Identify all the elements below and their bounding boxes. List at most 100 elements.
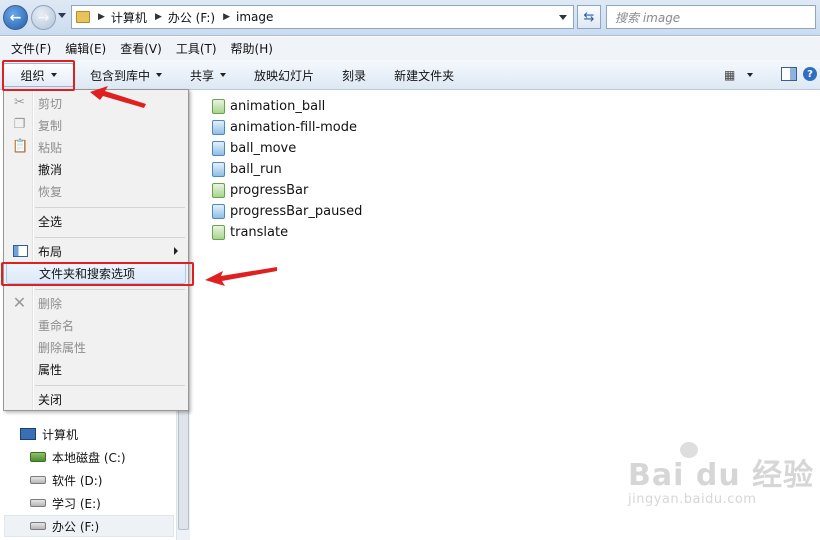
file-name: animation_ball <box>230 99 326 114</box>
annotation-arrow-organize <box>90 86 146 108</box>
list-item[interactable]: progressBar <box>212 180 362 201</box>
tree-item-computer[interactable]: 计算机 <box>20 423 78 445</box>
chevron-down-icon <box>747 73 754 77</box>
back-button[interactable]: ← <box>3 5 28 30</box>
menu-separator <box>35 289 185 290</box>
slideshow-button[interactable]: 放映幻灯片 <box>244 67 324 84</box>
scrollbar-thumb[interactable] <box>178 390 189 530</box>
refresh-button[interactable]: ⇆ <box>577 5 601 29</box>
drive-icon <box>30 499 46 507</box>
list-item[interactable]: progressBar_paused <box>212 201 362 222</box>
gif-file-icon <box>212 162 225 177</box>
file-name: translate <box>230 225 289 240</box>
arrow-left-icon: ← <box>9 9 22 26</box>
menu-item-select-all[interactable]: 全选 <box>6 210 186 232</box>
chevron-right-icon[interactable]: ▶ <box>98 12 105 22</box>
menu-item-paste[interactable]: 📋 粘贴 <box>6 136 186 158</box>
menu-item-undo[interactable]: 撤消 <box>6 158 186 180</box>
tree-item-label: 本地磁盘 (C:) <box>52 450 126 465</box>
folder-icon <box>76 11 90 23</box>
file-name: ball_run <box>230 162 282 177</box>
new-folder-button[interactable]: 新建文件夹 <box>384 67 464 84</box>
scissors-icon: ✂ <box>14 95 25 110</box>
png-file-icon <box>212 99 225 114</box>
drive-icon <box>30 476 46 484</box>
gif-file-icon <box>212 141 225 156</box>
menu-edit[interactable]: 编辑(E) <box>58 40 113 57</box>
tree-item-label: 计算机 <box>42 427 79 442</box>
menu-item-remove-properties[interactable]: 删除属性 <box>6 336 186 358</box>
menu-item-copy[interactable]: ❐ 复制 <box>6 114 186 136</box>
list-item[interactable]: ball_run <box>212 159 362 180</box>
share-button[interactable]: 共享 <box>180 67 236 84</box>
menu-item-delete[interactable]: ✕ 删除 <box>6 292 186 314</box>
tree-item-drive-e[interactable]: 学习 (E:) <box>30 492 101 514</box>
breadcrumb-drive-f[interactable]: 办公 (F:) <box>168 9 215 26</box>
menu-item-label: 剪切 <box>38 96 63 111</box>
address-field[interactable]: ▶ 计算机 ▶ 办公 (F:) ▶ image <box>71 5 574 29</box>
drive-icon <box>30 522 46 530</box>
annotation-box-organize <box>2 60 75 91</box>
address-dropdown-icon[interactable] <box>559 15 567 20</box>
list-item[interactable]: animation_ball <box>212 96 362 117</box>
menu-tools[interactable]: 工具(T) <box>169 40 224 57</box>
organize-menu: ✂ 剪切 ❐ 复制 📋 粘贴 撤消 恢复 全选 布局 文件夹和搜索选项 ✕ 删除… <box>3 89 189 411</box>
delete-icon: ✕ <box>12 293 27 312</box>
menu-view[interactable]: 查看(V) <box>113 40 169 57</box>
tree-item-drive-f[interactable]: 办公 (F:) <box>4 515 174 537</box>
menu-item-rename[interactable]: 重命名 <box>6 314 186 336</box>
list-item[interactable]: translate <box>212 222 362 243</box>
recent-pages-dropdown[interactable] <box>58 13 66 18</box>
include-in-library-label: 包含到库中 <box>90 68 151 83</box>
annotation-arrow-folder-options <box>205 267 277 286</box>
include-in-library-button[interactable]: 包含到库中 <box>80 67 172 84</box>
menu-item-label: 粘贴 <box>38 140 63 155</box>
layout-icon <box>13 245 28 257</box>
menu-item-close[interactable]: 关闭 <box>6 388 186 410</box>
menu-item-label: 删除 <box>38 296 63 311</box>
list-item[interactable]: ball_move <box>212 138 362 159</box>
file-name: ball_move <box>230 141 297 156</box>
tree-item-label: 学习 (E:) <box>52 496 101 511</box>
menu-item-redo[interactable]: 恢复 <box>6 180 186 202</box>
menu-separator <box>35 385 185 386</box>
png-file-icon <box>212 225 225 240</box>
paw-icon <box>680 442 698 458</box>
refresh-icon: ⇆ <box>583 9 595 25</box>
list-item[interactable]: animation-fill-mode <box>212 117 362 138</box>
menu-item-label: 关闭 <box>38 392 63 407</box>
tree-item-drive-c[interactable]: 本地磁盘 (C:) <box>30 446 126 468</box>
computer-icon <box>20 428 36 440</box>
menu-item-properties[interactable]: 属性 <box>6 358 186 380</box>
gif-file-icon <box>212 204 225 219</box>
watermark-main: Bai du 经验 <box>628 458 815 493</box>
breadcrumb-computer[interactable]: 计算机 <box>111 9 147 26</box>
menu-file[interactable]: 文件(F) <box>4 40 58 57</box>
file-name: animation-fill-mode <box>230 120 358 135</box>
preview-pane-button[interactable] <box>781 67 797 81</box>
menu-item-label: 重命名 <box>38 318 75 333</box>
menu-separator <box>35 207 185 208</box>
forward-button[interactable]: → <box>31 5 56 30</box>
baidu-jingyan-watermark: Bai du 经验 jingyan.baidu.com <box>628 442 815 507</box>
file-list: animation_ball animation-fill-mode ball_… <box>212 96 362 243</box>
change-view-button[interactable]: ▦ <box>724 66 754 84</box>
menu-help[interactable]: 帮助(H) <box>224 40 280 57</box>
menu-item-label: 复制 <box>38 118 63 133</box>
help-icon[interactable]: ? <box>803 67 817 81</box>
watermark-sub: jingyan.baidu.com <box>628 492 757 507</box>
chevron-right-icon[interactable]: ▶ <box>223 12 230 22</box>
menu-item-label: 恢复 <box>38 184 63 199</box>
tree-item-label: 办公 (F:) <box>52 519 100 534</box>
breadcrumb-image[interactable]: image <box>236 10 273 24</box>
chevron-right-icon[interactable]: ▶ <box>155 12 162 22</box>
view-grid-icon: ▦ <box>724 68 736 82</box>
menu-item-label: 属性 <box>38 362 63 377</box>
burn-button[interactable]: 刻录 <box>332 67 376 84</box>
tree-item-drive-d[interactable]: 软件 (D:) <box>30 469 102 491</box>
menu-item-layout[interactable]: 布局 <box>6 240 186 262</box>
search-input[interactable]: 搜索 image <box>606 5 816 29</box>
system-drive-icon <box>30 452 46 462</box>
file-name: progressBar <box>230 183 309 198</box>
menu-item-label: 布局 <box>38 244 63 259</box>
